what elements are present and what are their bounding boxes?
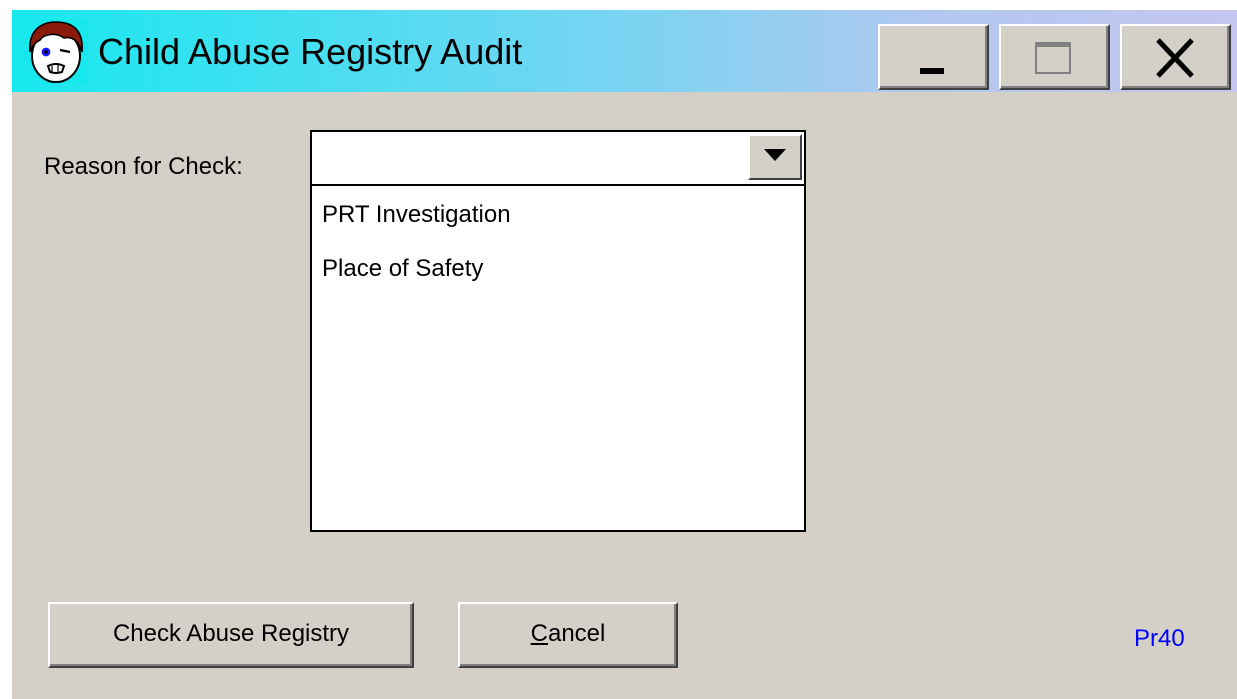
reason-option-prt-investigation[interactable]: PRT Investigation [322, 200, 511, 230]
cancel-access-key: C [530, 620, 548, 647]
maximize-button[interactable] [999, 24, 1110, 90]
dialog-window: Child Abuse Registry Audit Reason for Ch… [10, 8, 1237, 699]
window-title: Child Abuse Registry Audit [98, 31, 523, 72]
maximize-icon [1035, 42, 1071, 74]
close-button[interactable] [1120, 24, 1231, 90]
reason-for-check-combobox[interactable] [310, 130, 806, 186]
chevron-down-icon [764, 149, 786, 161]
cancel-button[interactable]: Cancel [458, 602, 678, 668]
minimize-icon [920, 68, 944, 74]
form-code-label: Pr40 [1134, 625, 1185, 652]
child-face-icon [24, 20, 88, 84]
reason-option-place-of-safety[interactable]: Place of Safety [322, 254, 483, 284]
dropdown-arrow-button[interactable] [748, 134, 802, 180]
minimize-button[interactable] [878, 24, 989, 90]
close-icon [1156, 38, 1194, 78]
title-bar[interactable]: Child Abuse Registry Audit [12, 10, 1237, 92]
check-abuse-registry-button[interactable]: Check Abuse Registry [48, 602, 414, 668]
cancel-label-rest: ancel [547, 620, 606, 647]
reason-dropdown-list[interactable]: PRT Investigation Place of Safety [310, 184, 806, 532]
reason-for-check-label: Reason for Check: [44, 153, 243, 180]
